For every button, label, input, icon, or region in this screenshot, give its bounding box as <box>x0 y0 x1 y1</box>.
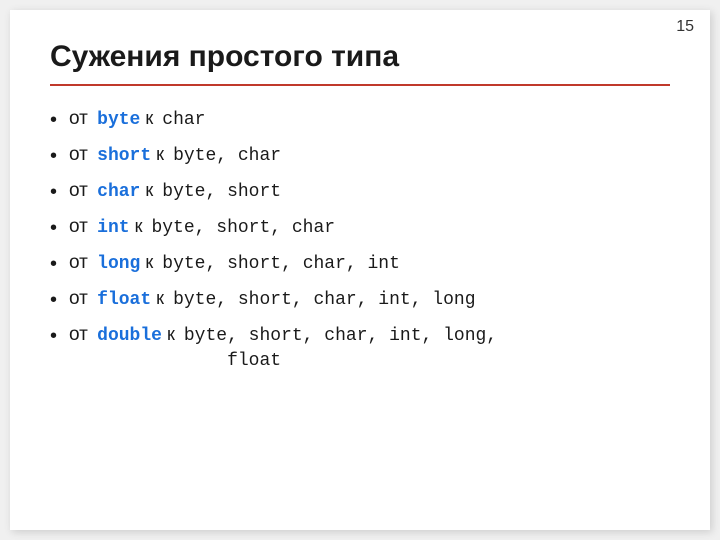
list-item: от byte к char <box>50 106 670 134</box>
rest-text: byte, char <box>173 144 281 169</box>
k-label: к <box>130 214 148 239</box>
keyword-double: double <box>97 324 162 349</box>
k-label: к <box>140 250 158 275</box>
ot-label: от <box>69 106 93 133</box>
k-label: к <box>151 286 169 311</box>
keyword-char: char <box>97 180 140 205</box>
slide: 15 Сужения простого типа от byte к char … <box>10 10 710 530</box>
k-label: к <box>162 322 180 347</box>
k-label: к <box>140 178 158 203</box>
k-label: к <box>140 106 158 131</box>
list-item: от double к byte, short, char, int, long… <box>50 322 670 374</box>
ot-label: от <box>69 286 93 313</box>
slide-number: 15 <box>676 18 694 36</box>
rest-text: byte, short <box>162 180 281 205</box>
keyword-float: float <box>97 288 151 313</box>
rest-text: byte, short, char, int, long <box>173 288 475 313</box>
title-divider <box>50 84 670 86</box>
k-label: к <box>151 142 169 167</box>
rest-text: byte, short, char, int, long, float <box>184 324 497 374</box>
ot-label: от <box>69 142 93 169</box>
ot-label: от <box>69 178 93 205</box>
ot-label: от <box>69 214 93 241</box>
keyword-byte: byte <box>97 108 140 133</box>
list-item: от float к byte, short, char, int, long <box>50 286 670 314</box>
ot-label: от <box>69 322 93 349</box>
keyword-short: short <box>97 144 151 169</box>
slide-title: Сужения простого типа <box>50 40 670 74</box>
list-item: от short к byte, char <box>50 142 670 170</box>
keyword-int: int <box>97 216 129 241</box>
ot-label: от <box>69 250 93 277</box>
rest-text: char <box>162 108 205 133</box>
rest-text: byte, short, char <box>151 216 335 241</box>
list-item: от int к byte, short, char <box>50 214 670 242</box>
rest-text: byte, short, char, int <box>162 252 400 277</box>
bullet-list: от byte к char от short к byte, char от … <box>50 106 670 374</box>
list-item: от char к byte, short <box>50 178 670 206</box>
keyword-long: long <box>97 252 140 277</box>
list-item: от long к byte, short, char, int <box>50 250 670 278</box>
